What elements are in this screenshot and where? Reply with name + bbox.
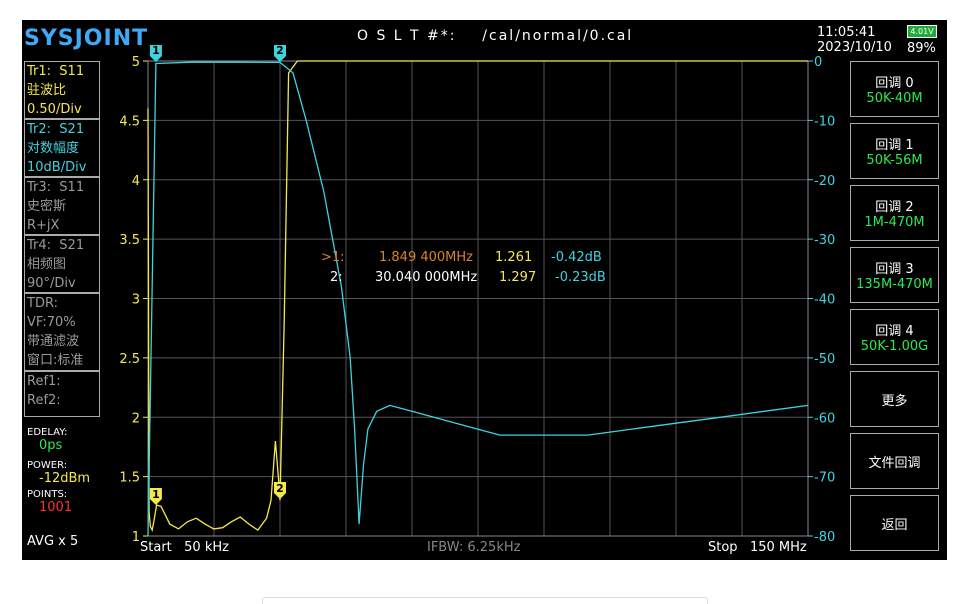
- marker1-top-flag: 1: [149, 44, 162, 62]
- left-axis-tick-label: 1.5: [119, 471, 140, 486]
- marker1-tag: >1:: [321, 250, 345, 265]
- recall-2-button[interactable]: 回调 2 1M-470M: [850, 185, 939, 241]
- marker2-bottom-flag: 2: [274, 482, 286, 499]
- left-axis-tick-label: 4: [132, 174, 140, 189]
- marker2-vswr: 1.297: [499, 270, 537, 285]
- recall-4-button[interactable]: 回调 4 50K-1.00G: [850, 309, 939, 365]
- marker1-db: -0.42dB: [551, 250, 602, 265]
- analyzer-screen: SYSJOINT O S L T #*: /cal/normal/0.cal 1…: [22, 20, 947, 560]
- recall-1-button[interactable]: 回调 1 50K-56M: [850, 123, 939, 179]
- marker2-top-flag: 2: [274, 44, 286, 62]
- marker-flag-number: 2: [276, 44, 284, 57]
- marker-flag-number: 1: [152, 44, 160, 57]
- file-recall-button[interactable]: 文件回调: [850, 433, 939, 489]
- left-axis-tick-label: 2: [132, 411, 140, 426]
- left-axis-tick-label: 3: [132, 293, 140, 308]
- recall-0-button[interactable]: 回调 0 50K-40M: [850, 61, 939, 117]
- left-axis-tick-label: 1: [132, 530, 140, 545]
- left-axis-tick-label: 4.5: [119, 114, 140, 129]
- marker2-readout: 2: 30.040 000MHz 1.297 -0.23dB: [330, 270, 606, 285]
- marker1-readout: >1: 1.849 400MHz 1.261 -0.42dB: [321, 250, 602, 265]
- marker-flag-number: 1: [152, 488, 160, 501]
- right-axis-tick-label: -70: [814, 471, 835, 486]
- stop-frequency: Stop 150 MHz: [708, 540, 807, 555]
- left-axis-tick-label: 2.5: [119, 352, 140, 367]
- right-axis-tick-label: -10: [814, 114, 835, 129]
- left-axis-tick-label: 5: [132, 55, 140, 70]
- ifbw-label: IFBW: 6.25kHz: [427, 540, 521, 555]
- right-axis-tick-label: -40: [814, 293, 835, 308]
- marker1-freq: 1.849 400MHz: [379, 250, 473, 265]
- marker2-freq: 30.040 000MHz: [375, 270, 478, 285]
- right-axis-tick-label: -80: [814, 530, 835, 545]
- marker1-bottom-flag: 1: [149, 488, 162, 505]
- right-axis-tick-label: -60: [814, 411, 835, 426]
- right-axis-tick-label: -20: [814, 174, 835, 189]
- marker2-db: -0.23dB: [555, 270, 606, 285]
- right-axis-tick-label: -30: [814, 233, 835, 248]
- marker1-vswr: 1.261: [495, 250, 533, 265]
- trace-plot: 1 1 2 2 5 4.5 4 3.5 3 2.5 2 1.5 1 0 -10 -20 -30 -40 -50 -6…: [119, 44, 835, 545]
- marker2-tag: 2:: [330, 270, 343, 285]
- start-frequency: Start 50 kHz: [140, 540, 229, 555]
- marker-flag-number: 2: [276, 482, 284, 495]
- right-axis-tick-label: 0: [814, 55, 822, 70]
- left-axis-tick-label: 3.5: [119, 233, 140, 248]
- back-button[interactable]: 返回: [850, 495, 939, 551]
- more-button[interactable]: 更多: [850, 371, 939, 427]
- recall-3-button[interactable]: 回调 3 135M-470M: [850, 247, 939, 303]
- right-axis-tick-label: -50: [814, 352, 835, 367]
